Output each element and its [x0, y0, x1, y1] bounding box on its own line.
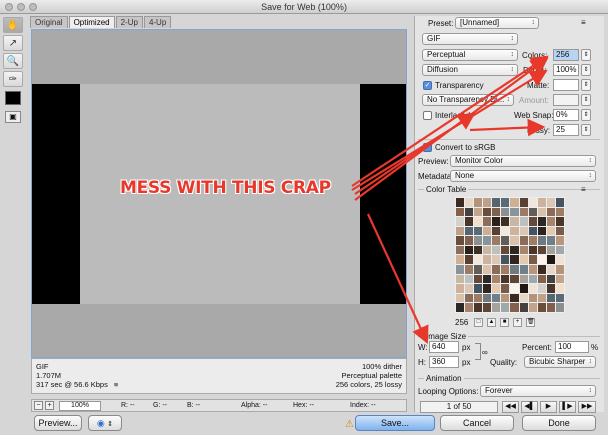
arrow-to-image-size	[367, 213, 429, 344]
arrow-to-lossy	[469, 118, 546, 137]
arrow-to-colors-2	[354, 57, 549, 201]
arrow-to-colors	[351, 55, 549, 187]
annotation-text: MESS WITH THIS CRAP	[120, 178, 331, 198]
annotation-arrows	[351, 55, 549, 344]
